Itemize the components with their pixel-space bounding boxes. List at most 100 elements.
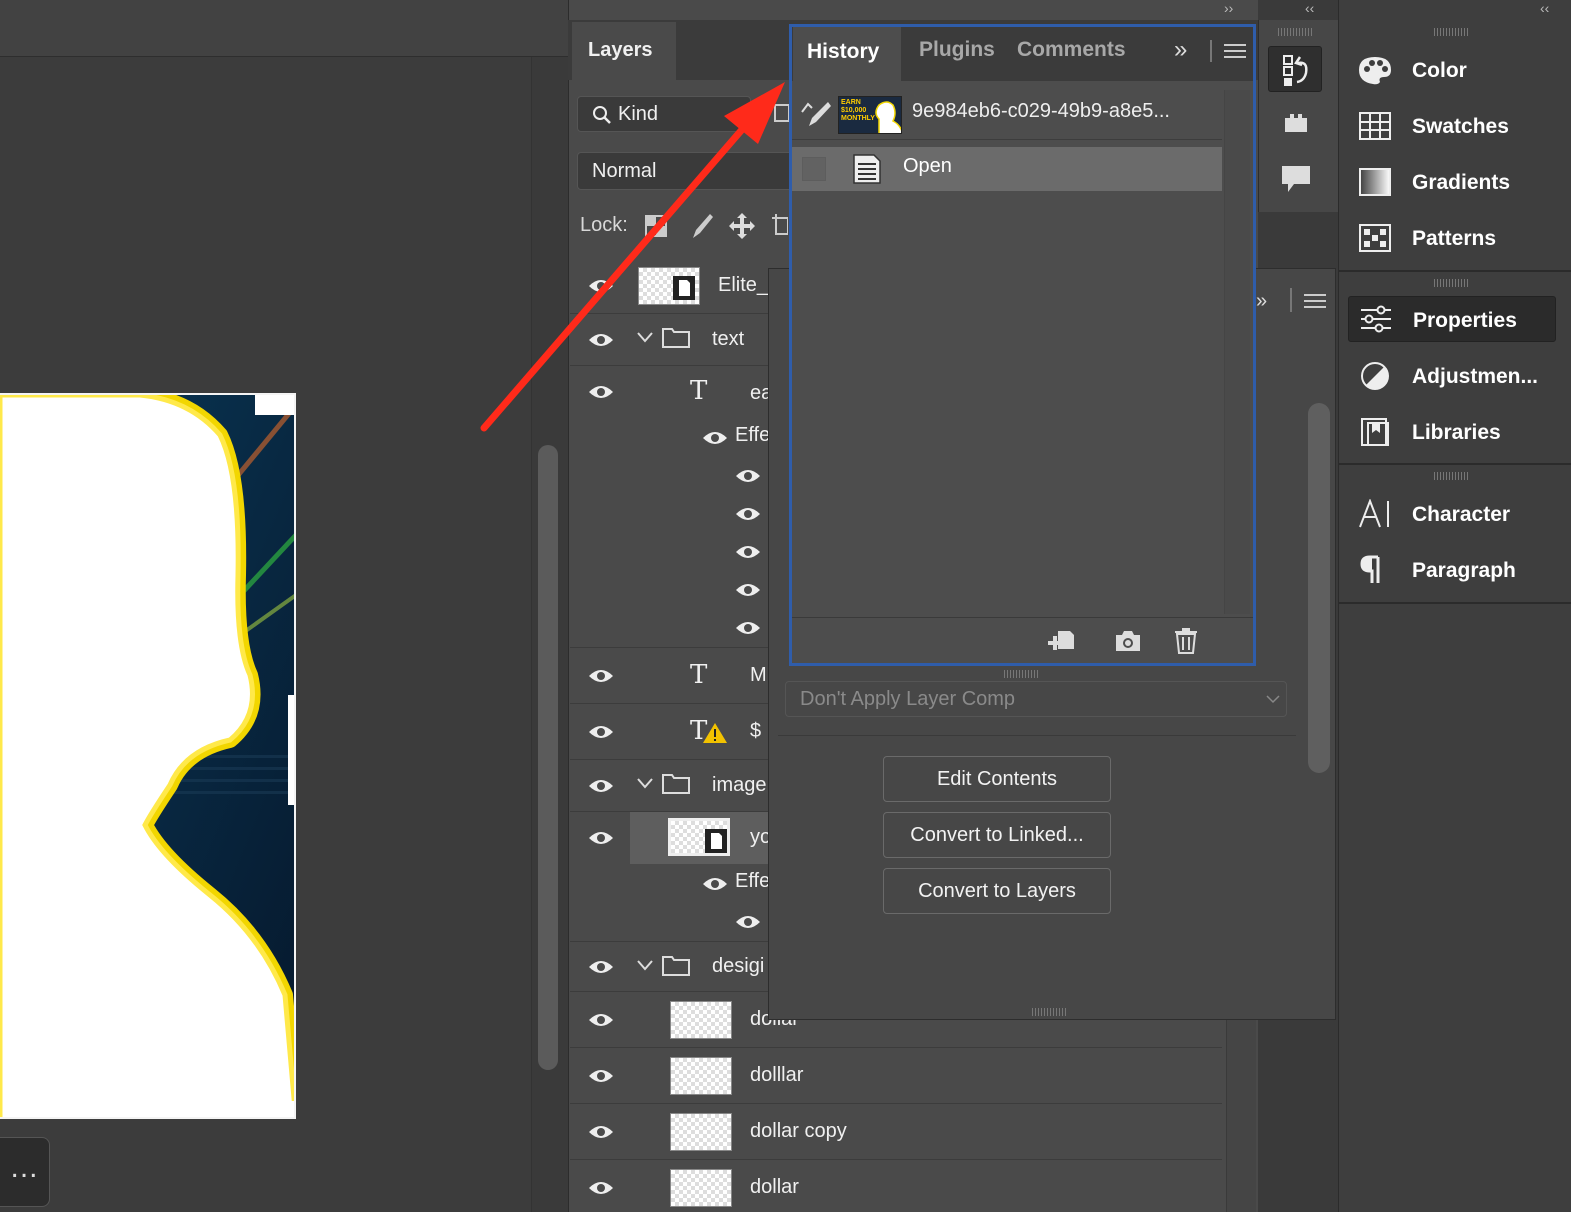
layer-thumbnail [670, 1001, 732, 1039]
visibility-eye-icon[interactable] [588, 1012, 614, 1028]
dock-item-swatches[interactable]: Swatches [1354, 103, 1564, 151]
chevron-down-icon [1266, 695, 1280, 704]
layer-name: dolllar [750, 1064, 804, 1086]
dock-item-libraries[interactable]: Libraries [1354, 409, 1564, 457]
dock-item-paragraph[interactable]: Paragraph [1354, 547, 1564, 595]
document-icon [853, 154, 881, 184]
history-snapshot-row[interactable]: EARN $10,000 MONTHLY 9e984eb6-c029-49b9-… [792, 90, 1222, 140]
libraries-icon [1361, 418, 1389, 446]
visibility-eye-icon[interactable] [588, 1180, 614, 1196]
panel-grip[interactable] [1004, 670, 1040, 678]
layer-name: M [750, 664, 767, 686]
comments-icon[interactable] [1280, 164, 1312, 194]
layer-comp-select[interactable]: Don't Apply Layer Comp [785, 681, 1287, 717]
dock-item-properties[interactable]: Properties [1348, 296, 1556, 342]
convert-to-layers-button[interactable]: Convert to Layers [883, 868, 1111, 914]
visibility-eye-icon[interactable] [588, 1124, 614, 1140]
dock-item-label: Swatches [1412, 115, 1509, 138]
visibility-eye-icon[interactable] [588, 1068, 614, 1084]
tab-comments[interactable]: Comments [1017, 38, 1126, 62]
layer-name: desigi [712, 955, 765, 977]
dock-separator [1338, 463, 1571, 465]
dock-item-label: Properties [1413, 309, 1517, 332]
tab-layers[interactable]: Layers [572, 22, 676, 80]
dock-item-label: Adjustmen... [1412, 365, 1539, 388]
dock-item-label: Patterns [1412, 227, 1497, 250]
panel-grip[interactable] [1032, 1008, 1068, 1016]
dock-item-label: Color [1412, 59, 1467, 82]
tab-plugins[interactable]: Plugins [919, 38, 995, 62]
dock-separator [1338, 602, 1571, 604]
expand-panel-icon[interactable]: ‹‹ [1305, 0, 1314, 16]
camera-icon[interactable] [1114, 630, 1142, 652]
dock-item-character[interactable]: Character [1354, 491, 1564, 539]
panel-grip[interactable] [1434, 28, 1470, 36]
expand-dock-icon[interactable]: ‹‹ [1540, 0, 1549, 16]
visibility-eye-icon[interactable] [588, 959, 614, 975]
effect-eye-icon[interactable] [735, 468, 761, 484]
layer-row[interactable]: dollar copy [570, 1104, 1222, 1160]
effect-eye-icon[interactable] [735, 506, 761, 522]
panel-expand-icon[interactable]: » [1256, 290, 1267, 313]
layers-scrollbar[interactable] [1226, 992, 1256, 1212]
chevron-down-icon[interactable] [636, 958, 654, 972]
panel-menu-icon[interactable] [1224, 44, 1246, 58]
collapse-panel-icon[interactable]: ›› [1224, 0, 1233, 16]
properties-scroll-thumb[interactable] [1308, 403, 1330, 773]
layer-thumbnail [670, 1057, 732, 1095]
visibility-eye-icon[interactable] [588, 830, 614, 846]
layer-thumbnail [670, 1169, 732, 1207]
new-document-from-state-icon[interactable] [1048, 629, 1076, 655]
dock-item-adjustments[interactable]: Adjustmen... [1354, 353, 1564, 401]
adjustments-icon [1361, 362, 1389, 390]
annotation-arrow [480, 82, 785, 432]
layer-row[interactable]: dolllar [570, 1048, 1222, 1104]
properties-sliders-icon [1361, 305, 1391, 333]
canvas-scroll-thumb[interactable] [538, 445, 558, 1070]
plugins-icon[interactable] [1283, 112, 1309, 134]
palette-icon [1359, 57, 1391, 85]
dock-item-patterns[interactable]: Patterns [1354, 215, 1564, 263]
folder-icon [662, 774, 690, 794]
effect-eye-icon[interactable] [735, 544, 761, 560]
panel-grip[interactable] [1278, 28, 1314, 36]
effect-eye-icon[interactable] [735, 914, 761, 930]
visibility-eye-icon[interactable] [588, 724, 614, 740]
history-brush-source-icon[interactable] [800, 100, 832, 130]
panel-grip[interactable] [1434, 472, 1470, 480]
history-panel-button[interactable] [1268, 46, 1322, 92]
history-state-label: Open [903, 155, 952, 177]
layer-row[interactable]: dollar [570, 1160, 1222, 1212]
history-state-row[interactable]: Open [792, 147, 1222, 191]
patterns-icon [1359, 224, 1391, 252]
canvas-artwork[interactable] [0, 393, 296, 1119]
divider [778, 735, 1296, 736]
smart-object-thumbnail [668, 818, 730, 856]
effects-label: Effe [735, 870, 771, 892]
options-bar [0, 0, 568, 57]
dock-item-label: Paragraph [1412, 559, 1516, 582]
panel-menu-icon[interactable] [1304, 294, 1326, 308]
chevron-down-icon[interactable] [636, 776, 654, 790]
dock-item-gradients[interactable]: Gradients [1354, 159, 1564, 207]
smart-object-badge-icon [705, 829, 727, 853]
layer-name: dollar [750, 1176, 799, 1198]
visibility-eye-icon[interactable] [588, 778, 614, 794]
dock-separator [1338, 270, 1571, 272]
layer-name: image [712, 774, 767, 796]
history-source-checkbox[interactable] [802, 157, 826, 181]
history-scrollbar[interactable] [1224, 90, 1250, 614]
panel-grip[interactable] [1434, 279, 1470, 287]
more-tabs-icon[interactable]: » [1174, 36, 1187, 64]
effect-eye-icon[interactable] [735, 582, 761, 598]
more-options-button[interactable]: ... [0, 1137, 50, 1207]
tab-history[interactable]: History [793, 27, 901, 83]
edit-contents-button[interactable]: Edit Contents [883, 756, 1111, 802]
effect-eye-icon[interactable] [735, 620, 761, 636]
visibility-eye-icon[interactable] [588, 668, 614, 684]
trash-icon[interactable] [1174, 628, 1198, 654]
dock-item-color[interactable]: Color [1354, 47, 1564, 95]
effects-eye-icon[interactable] [702, 876, 728, 892]
convert-to-linked-button[interactable]: Convert to Linked... [883, 812, 1111, 858]
dock-item-label: Libraries [1412, 421, 1501, 444]
